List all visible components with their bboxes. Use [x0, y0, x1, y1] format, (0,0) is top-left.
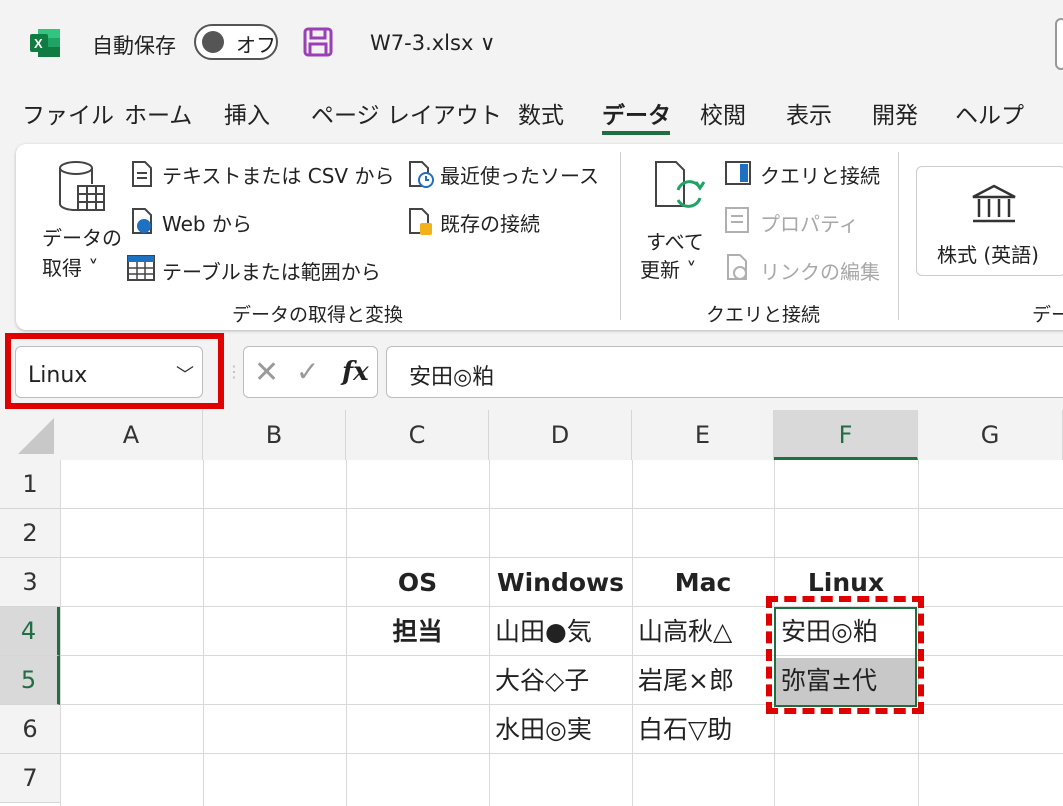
refresh-all-icon	[655, 161, 706, 208]
column-header-d[interactable]: D	[489, 410, 632, 460]
group-label-get-transform: データの取得と変換	[232, 304, 404, 326]
row-header-2[interactable]: 2	[0, 509, 60, 558]
column-header-f[interactable]: F	[774, 410, 918, 460]
save-icon[interactable]	[302, 26, 334, 58]
group-label-queries: クエリと接続	[706, 304, 821, 326]
cell-d6[interactable]: 水田◎実	[495, 705, 592, 754]
queries-connections-button[interactable]: クエリと接続	[760, 160, 880, 189]
ribbon-tabs: ファイル ホーム 挿入 ページ レイアウト 数式 データ 校閲 表示 開発 ヘル…	[0, 96, 1063, 136]
name-box-highlight	[5, 333, 224, 409]
tab-data[interactable]: データ	[602, 96, 671, 130]
grid-line	[60, 508, 1063, 509]
tab-home[interactable]: ホーム	[124, 96, 192, 130]
cell-e4[interactable]: 山高秋△	[638, 607, 732, 656]
get-data-label-1[interactable]: データの	[42, 222, 122, 251]
autosave-state: オフ	[236, 33, 276, 57]
from-web-button[interactable]: Web から	[162, 208, 252, 237]
svg-text:X: X	[34, 36, 43, 51]
cell-d3[interactable]: Windows	[489, 558, 632, 607]
row-header-4[interactable]: 4	[0, 607, 60, 656]
cell-e3[interactable]: Mac	[632, 558, 774, 607]
properties-button[interactable]: プロパティ	[760, 208, 859, 237]
tab-review[interactable]: 校閲	[700, 96, 746, 130]
cell-d4[interactable]: 山田●気	[495, 607, 592, 656]
from-text-csv-button[interactable]: テキストまたは CSV から	[162, 160, 394, 189]
tab-insert[interactable]: 挿入	[224, 96, 270, 130]
cell-e5[interactable]: 岩尾×郎	[638, 656, 734, 705]
existing-connections-icon	[409, 208, 432, 235]
toggle-knob	[202, 31, 224, 53]
cell-c3[interactable]: OS	[346, 558, 489, 607]
tab-file[interactable]: ファイル	[22, 96, 114, 130]
database-table-icon	[58, 161, 105, 212]
cancel-icon[interactable]: ✕	[254, 355, 279, 390]
excel-logo-icon: X	[30, 29, 60, 57]
file-name-dropdown[interactable]: W7-3.xlsx ∨	[370, 31, 495, 55]
grid-line	[489, 460, 490, 806]
existing-connections-button[interactable]: 既存の接続	[440, 208, 540, 237]
tab-help[interactable]: ヘルプ	[955, 96, 1024, 130]
cell-e6[interactable]: 白石▽助	[638, 705, 732, 754]
formula-buttons: ✕ ✓ fx	[243, 346, 378, 398]
edit-links-button[interactable]: リンクの編集	[760, 256, 880, 285]
column-header-b[interactable]: B	[203, 410, 346, 460]
grid-line	[203, 460, 204, 806]
search-box-edge[interactable]	[1055, 18, 1063, 70]
column-header-e[interactable]: E	[632, 410, 774, 460]
row-header-6[interactable]: 6	[0, 705, 60, 754]
stocks-data-type[interactable]: 株式 (英語)	[916, 166, 1063, 276]
row-header-3[interactable]: 3	[0, 558, 60, 607]
group-label-data-types: デー	[1032, 304, 1063, 326]
column-header-g[interactable]: G	[918, 410, 1063, 460]
formula-input[interactable]: 安田◎粕	[386, 346, 1063, 398]
grid-line	[60, 460, 61, 806]
edit-links-icon	[727, 254, 747, 280]
group-separator	[620, 152, 621, 320]
queries-connections-icon	[725, 161, 751, 185]
cell-c4[interactable]: 担当	[346, 607, 489, 656]
tab-formulas[interactable]: 数式	[518, 96, 564, 130]
stocks-label: 株式 (英語)	[937, 243, 1039, 267]
recent-sources-icon	[409, 161, 434, 188]
properties-icon	[725, 207, 749, 233]
active-tab-indicator	[602, 131, 670, 135]
refresh-all-label-1[interactable]: すべて	[646, 226, 704, 255]
formula-value: 安田◎粕	[409, 365, 495, 390]
tab-developer[interactable]: 開発	[872, 96, 918, 130]
refresh-all-label-2[interactable]: 更新 ˅	[640, 254, 696, 283]
insert-function-icon[interactable]: fx	[342, 357, 369, 387]
recent-sources-button[interactable]: 最近使ったソース	[440, 160, 599, 189]
selection-highlight	[766, 596, 924, 714]
bank-icon	[972, 184, 1016, 223]
autosave-toggle[interactable]: オフ	[194, 24, 278, 60]
grid-line	[632, 460, 633, 806]
select-all-icon	[18, 418, 54, 454]
get-data-label-2[interactable]: 取得 ˅	[42, 252, 98, 281]
text-file-icon	[132, 161, 152, 187]
row-header-5[interactable]: 5	[0, 656, 60, 705]
tab-view[interactable]: 表示	[786, 96, 832, 130]
row-header-7[interactable]: 7	[0, 754, 60, 803]
table-icon	[127, 255, 155, 281]
web-icon	[132, 208, 152, 234]
drag-handle-icon[interactable]: ⋮	[226, 362, 242, 381]
column-header-c[interactable]: C	[346, 410, 489, 460]
check-icon[interactable]: ✓	[296, 355, 319, 388]
group-separator	[898, 152, 899, 320]
column-header-a[interactable]: A	[60, 410, 203, 460]
cell-d5[interactable]: 大谷◇子	[495, 656, 589, 705]
from-table-button[interactable]: テーブルまたは範囲から	[162, 256, 381, 285]
autosave-label: 自動保存	[92, 34, 176, 58]
row-header-1[interactable]: 1	[0, 460, 60, 509]
tab-page-layout[interactable]: ページ レイアウト	[311, 96, 502, 130]
